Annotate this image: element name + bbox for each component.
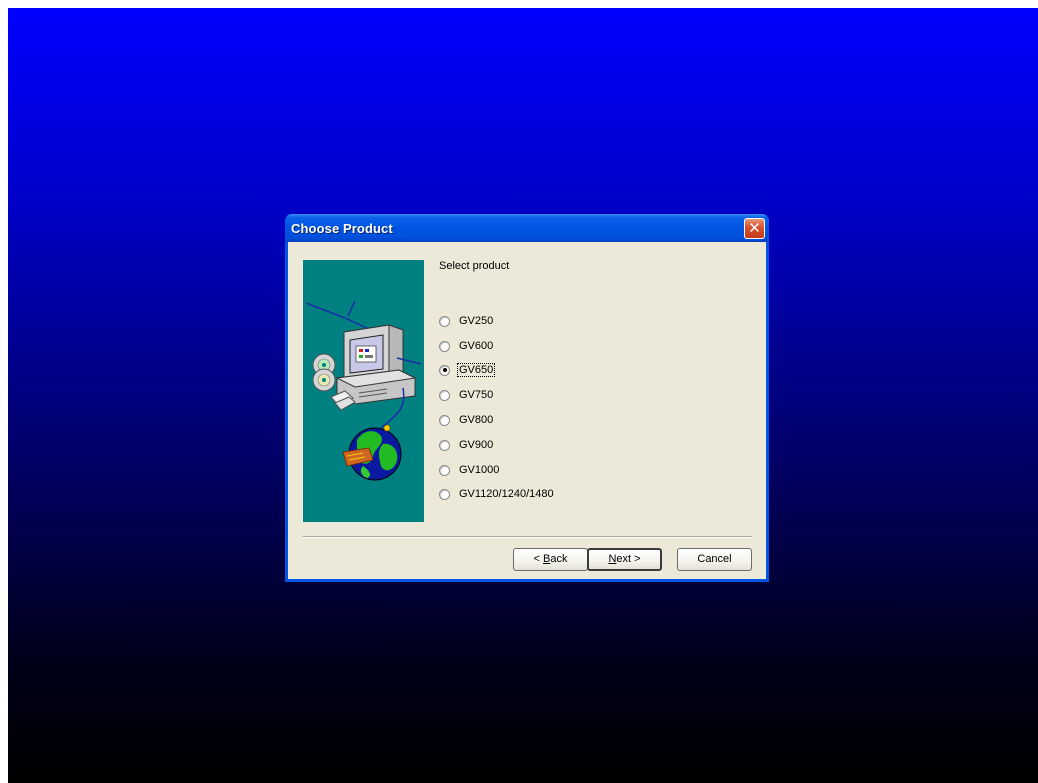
radio-label[interactable]: GV1000 bbox=[458, 464, 500, 476]
radio-label[interactable]: GV600 bbox=[458, 340, 494, 352]
next-button-label: ext bbox=[616, 553, 632, 565]
radio-option-gv900[interactable]: GV900 bbox=[439, 437, 494, 453]
radio-button[interactable] bbox=[439, 464, 450, 476]
radio-option-gv650[interactable]: GV650 bbox=[439, 362, 496, 378]
cancel-button[interactable]: Cancel bbox=[677, 548, 752, 571]
radio-button[interactable] bbox=[439, 389, 450, 401]
radio-option-gv750[interactable]: GV750 bbox=[439, 387, 494, 403]
close-button[interactable]: ✕ bbox=[744, 218, 765, 239]
radio-label[interactable]: GV1120/1240/1480 bbox=[458, 488, 555, 500]
radio-button[interactable] bbox=[439, 414, 450, 426]
back-button-label: ack bbox=[550, 553, 568, 565]
dialog-client-area: Select product GV250 GV600 GV650 GV750 G… bbox=[288, 242, 766, 579]
radio-label[interactable]: GV800 bbox=[458, 414, 494, 426]
globe-icon bbox=[342, 424, 402, 481]
radio-button[interactable] bbox=[439, 439, 450, 451]
radio-option-gv250[interactable]: GV250 bbox=[439, 313, 494, 329]
setup-illustration bbox=[303, 260, 424, 522]
choose-product-dialog: Choose Product ✕ Select product GV250 GV… bbox=[285, 214, 769, 582]
title-bar[interactable]: Choose Product ✕ bbox=[285, 214, 769, 242]
radio-option-gv1000[interactable]: GV1000 bbox=[439, 462, 500, 478]
back-button[interactable]: < Back bbox=[513, 548, 588, 571]
radio-option-gv600[interactable]: GV600 bbox=[439, 338, 494, 354]
radio-label[interactable]: GV750 bbox=[458, 389, 494, 401]
radio-button[interactable] bbox=[439, 340, 450, 352]
button-separator bbox=[303, 536, 752, 538]
radio-label[interactable]: GV250 bbox=[458, 315, 494, 327]
select-product-label: Select product bbox=[439, 260, 510, 272]
radio-button-selected[interactable] bbox=[439, 364, 450, 376]
radio-button[interactable] bbox=[439, 315, 450, 327]
radio-option-gv1120-1240-1480[interactable]: GV1120/1240/1480 bbox=[439, 486, 555, 502]
close-icon: ✕ bbox=[748, 219, 761, 237]
radio-button[interactable] bbox=[439, 488, 450, 500]
radio-label[interactable]: GV900 bbox=[458, 439, 494, 451]
back-button-arrow: < bbox=[533, 553, 543, 565]
radio-option-gv800[interactable]: GV800 bbox=[439, 412, 494, 428]
computer-icon bbox=[335, 324, 422, 405]
next-button[interactable]: Next > bbox=[587, 548, 662, 571]
next-button-arrow: > bbox=[631, 553, 641, 565]
radio-label[interactable]: GV650 bbox=[456, 363, 496, 377]
window-title: Choose Product bbox=[291, 221, 393, 236]
